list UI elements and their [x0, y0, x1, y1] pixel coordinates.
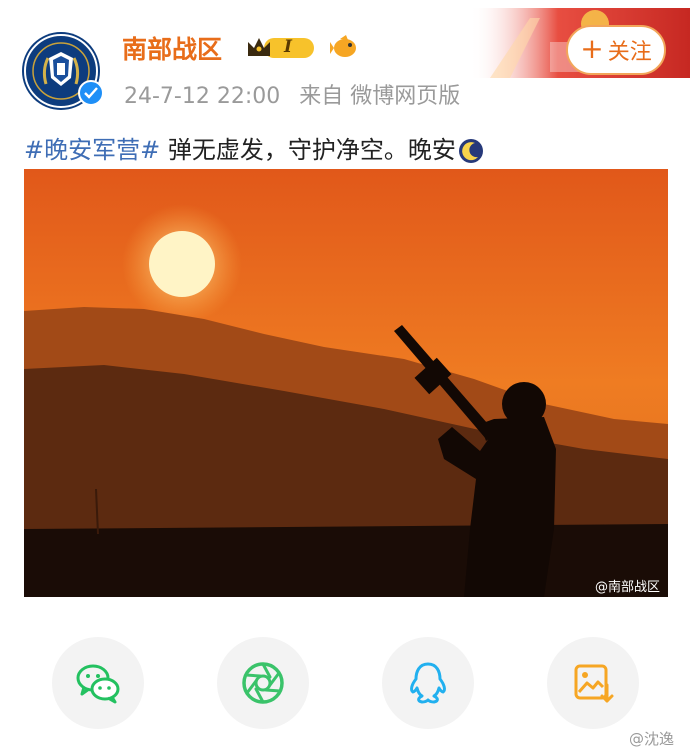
post-meta: 24-7-12 22:00 来自 微博网页版 [124, 78, 472, 110]
follow-button[interactable]: + 关注 [566, 25, 666, 75]
verified-badge-icon [78, 80, 104, 106]
wechat-icon [76, 664, 120, 704]
post-source: 来自 微博网页版 [299, 84, 461, 109]
moments-share-button[interactable] [217, 637, 309, 729]
image-watermark-text: @南部战区 [595, 579, 660, 595]
post-body: 弹无虚发，守护净空。晚安 [160, 136, 456, 164]
account-name[interactable]: 南部战区 [122, 30, 222, 66]
qq-penguin-icon [410, 662, 446, 704]
qq-share-button[interactable] [382, 637, 474, 729]
bottom-watermark: @沈逸 [628, 730, 674, 748]
fish-icon [330, 35, 356, 57]
post-image[interactable]: @南部战区 [24, 169, 668, 597]
post-text: #晚安军营# 弹无虚发，守护净空。晚安 [24, 130, 484, 165]
save-image-icon [574, 664, 614, 703]
plus-icon: + [580, 31, 604, 65]
sunset-soldier-photo: @南部战区 [24, 169, 668, 597]
save-image-button[interactable] [547, 637, 639, 729]
aperture-icon [242, 662, 284, 704]
wechat-share-button[interactable] [52, 637, 144, 729]
follow-label: 关注 [607, 40, 652, 65]
hashtag-link[interactable]: #晚安军营# [24, 136, 160, 164]
level-badge-text: I [284, 37, 292, 57]
post-timestamp: 24-7-12 22:00 [124, 84, 281, 109]
crescent-moon-emoji-icon [458, 139, 483, 163]
